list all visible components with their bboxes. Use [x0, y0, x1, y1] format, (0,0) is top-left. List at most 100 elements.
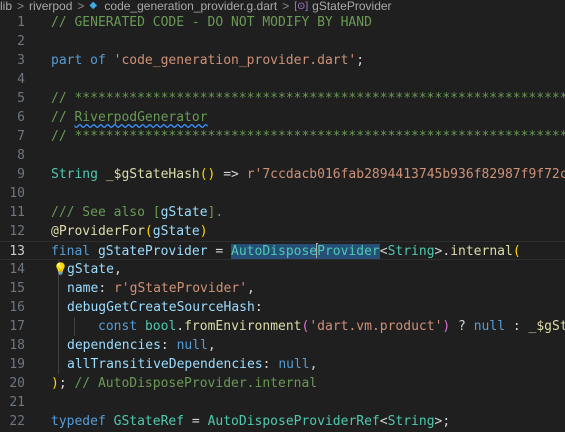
lightbulb-icon[interactable]: 💡 [53, 262, 68, 276]
operator: : [505, 319, 529, 334]
string-literal: 'dart.vm.product' [309, 319, 443, 334]
string-literal: r'gStateProvider' [113, 281, 248, 296]
current-line[interactable]: 13 final gStateProvider = AutoDisposePro… [0, 241, 565, 260]
line-number: 10 [9, 186, 25, 201]
comment: // *************************************… [51, 91, 565, 106]
code-line[interactable]: 11 /// See also [gState]. [0, 203, 565, 222]
line-number: 8 [17, 148, 25, 163]
line-number: 7 [17, 129, 25, 144]
breadcrumb-separator: > [17, 0, 25, 13]
keyword: null [473, 319, 506, 334]
doc-comment: ]. [207, 205, 224, 220]
string-literal: 'code_generation_provider.dart' [113, 53, 357, 68]
line-number: 20 [9, 376, 25, 391]
breadcrumb-item-lib[interactable]: lib [0, 0, 12, 13]
line-number: 9 [17, 167, 25, 182]
code-line[interactable]: 8 [0, 146, 565, 165]
code-line[interactable]: 2 [0, 32, 565, 51]
code-line[interactable]: 21 [0, 393, 565, 412]
code-line[interactable]: 18 dependencies: null, [0, 336, 565, 355]
line-number: 22 [9, 414, 25, 429]
type-name: String [387, 414, 435, 429]
line-number: 16 [9, 300, 25, 315]
code-line[interactable]: 5 // ***********************************… [0, 89, 565, 108]
highlighted-class: AutoDispose [231, 244, 318, 259]
function-name: _$gStateHash [105, 167, 200, 182]
breadcrumb-item-symbol[interactable]: gStateProvider [312, 0, 391, 13]
type-name: String [51, 167, 98, 182]
code-line[interactable]: 17 const bool.fromEnvironment('dart.vm.p… [0, 317, 565, 336]
code-line[interactable]: 19 allTransitiveDependencies: null, [0, 355, 565, 374]
code-line[interactable]: 7 // ***********************************… [0, 127, 565, 146]
code-line[interactable]: 20 ); // AutoDisposeProvider.internal [0, 374, 565, 393]
punctuation: < [379, 244, 388, 259]
keyword: part of [51, 53, 106, 68]
line-number: 13 [9, 244, 25, 259]
line-number: 17 [9, 319, 25, 334]
named-arg: debugGetCreateSourceHash [67, 300, 255, 315]
line-number: 3 [17, 53, 25, 68]
code-line[interactable]: 22 typedef GStateRef = AutoDisposeProvid… [0, 412, 565, 431]
function-name: internal [450, 244, 513, 259]
type-name: bool [144, 319, 177, 334]
line-number: 12 [9, 224, 25, 239]
function-name: fromEnvironment [184, 319, 302, 334]
named-arg: allTransitiveDependencies [67, 357, 263, 372]
breadcrumb: lib > riverpod > ◆ code_generation_provider.g… [0, 0, 565, 13]
string-literal: r'7ccdacb016fab2894413745b936f82987f9f72… [246, 167, 565, 182]
code-line[interactable]: 4 [0, 70, 565, 89]
type-name: String [387, 244, 435, 259]
code-line[interactable]: 14 💡 gState, [0, 260, 565, 279]
keyword: null [278, 357, 310, 372]
breadcrumb-item-riverpod[interactable]: riverpod [29, 0, 72, 13]
doc-reference: gState [160, 205, 208, 220]
highlighted-class: Provider [317, 244, 380, 259]
breadcrumb-item-file[interactable]: code_generation_provider.g.dart [104, 0, 277, 13]
code-line[interactable]: 6 // RiverpodGenerator [0, 108, 565, 127]
code-line[interactable]: 12 @ProviderFor(gState) [0, 222, 565, 241]
line-number: 21 [9, 395, 25, 410]
keyword: typedef [51, 414, 106, 429]
named-arg: name [67, 281, 99, 296]
line-number: 4 [17, 72, 25, 87]
bracket: ) [51, 376, 59, 391]
code-line[interactable]: 3 part of 'code_generation_provider.dart… [0, 51, 565, 70]
code-line[interactable]: 16 debugGetCreateSourceHash: [0, 298, 565, 317]
spellcheck-word[interactable]: RiverpodGenerator [74, 110, 207, 125]
punctuation: >; [434, 414, 451, 429]
symbol-variable-icon: [⊙] [294, 1, 309, 12]
comment: // [51, 110, 75, 125]
line-number: 5 [17, 91, 25, 106]
line-number: 19 [9, 357, 25, 372]
breadcrumb-separator: > [77, 0, 85, 13]
line-number: 18 [9, 338, 25, 353]
type-name: AutoDisposeProviderRef [207, 414, 380, 429]
operator: = [207, 244, 232, 259]
keyword: null [176, 338, 208, 353]
line-number: 14 [9, 262, 25, 277]
code-editor[interactable]: 1 // GENERATED CODE - DO NOT MODIFY BY H… [0, 13, 565, 432]
code-line[interactable]: 9 String _$gStateHash() => r'7ccdacb016f… [0, 165, 565, 184]
code-line[interactable]: 15 name: r'gStateProvider', [0, 279, 565, 298]
line-number: 11 [9, 205, 25, 220]
identifier: gState [67, 262, 114, 277]
comment: // GENERATED CODE - DO NOT MODIFY BY HAN… [51, 15, 372, 30]
identifier: gStateProvider [97, 244, 208, 259]
type-name: GStateRef [113, 414, 185, 429]
line-number: 6 [17, 110, 25, 125]
punctuation: ; [356, 53, 365, 68]
operator: ? [450, 319, 474, 334]
code-line[interactable]: 1 // GENERATED CODE - DO NOT MODIFY BY H… [0, 13, 565, 32]
dart-file-icon: ◆ [89, 0, 98, 11]
operator: = [184, 414, 208, 429]
arrow: => [215, 167, 247, 182]
breadcrumb-separator: > [282, 0, 290, 13]
line-number: 15 [9, 281, 25, 296]
annotation: @ProviderFor [51, 224, 145, 239]
identifier: gState [152, 224, 200, 239]
comment: // AutoDisposeProvider.internal [74, 376, 318, 391]
named-arg: dependencies [67, 338, 161, 353]
keyword: final [51, 244, 91, 259]
code-line[interactable]: 10 [0, 184, 565, 203]
doc-comment: /// See also [ [51, 205, 161, 220]
